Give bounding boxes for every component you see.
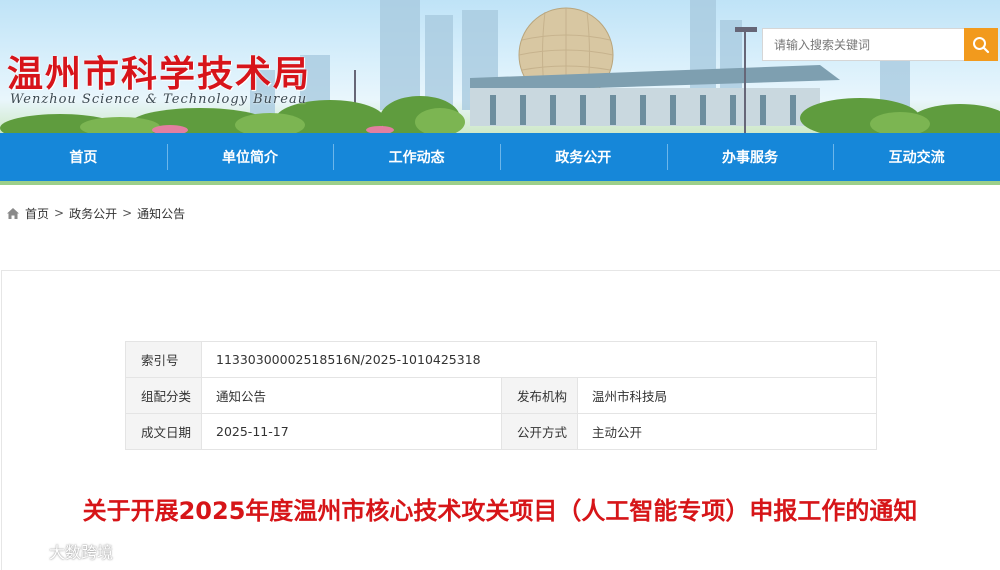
site-title[interactable]: 温州市科学技术局 [7,45,311,97]
search-button[interactable] [964,28,998,61]
index-value: 11330300002518516N/2025-1010425318 [201,341,877,378]
nav-item-gov-disclosure[interactable]: 政务公开 [499,133,667,181]
nav-item-services[interactable]: 办事服务 [666,133,834,181]
date-label: 成文日期 [125,413,202,450]
breadcrumb-notices[interactable]: 通知公告 [137,205,185,222]
disclosure-label: 公开方式 [501,413,578,450]
disclosure-value: 主动公开 [577,413,877,450]
nav-item-interaction[interactable]: 互动交流 [833,133,1000,181]
header-banner: 温州市科学技术局 Wenzhou Science & Technology Bu… [0,0,1000,133]
watermark-logo-icon [11,542,43,560]
site-subtitle: Wenzhou Science & Technology Bureau [10,92,308,107]
main-nav: 首页 单位简介 工作动态 政务公开 办事服务 互动交流 [0,133,1000,181]
nav-accent-strip [0,181,1000,185]
publisher-value: 温州市科技局 [577,377,877,414]
watermark-text: 大数跨境 [49,543,114,562]
home-icon [6,207,20,220]
breadcrumb-gov-disclosure[interactable]: 政务公开 [69,205,117,222]
publisher-label: 发布机构 [501,377,578,414]
article-title: 关于开展2025年度温州市核心技术攻关项目（人工智能专项）申报工作的通知 [82,497,918,525]
nav-item-home[interactable]: 首页 [0,133,167,181]
category-label: 组配分类 [125,377,202,414]
document-info-table: 索引号 11330300002518516N/2025-1010425318 组… [125,341,877,450]
search-input[interactable] [762,28,964,61]
table-row: 成文日期 2025-11-17 公开方式 主动公开 [125,413,877,450]
table-row: 索引号 11330300002518516N/2025-1010425318 [125,341,877,378]
breadcrumb-home[interactable]: 首页 [25,205,49,222]
category-value: 通知公告 [201,377,502,414]
index-label: 索引号 [125,341,202,378]
breadcrumb-separator: > [54,206,65,220]
nav-item-about[interactable]: 单位简介 [166,133,334,181]
breadcrumb: 首页 > 政务公开 > 通知公告 [6,205,185,221]
search-box [762,28,998,61]
table-row: 组配分类 通知公告 发布机构 温州市科技局 [125,377,877,414]
watermark: 大数跨境 [10,539,113,563]
nav-item-news[interactable]: 工作动态 [333,133,500,181]
search-icon [973,36,990,53]
breadcrumb-separator: > [122,206,133,220]
date-value: 2025-11-17 [201,413,502,450]
